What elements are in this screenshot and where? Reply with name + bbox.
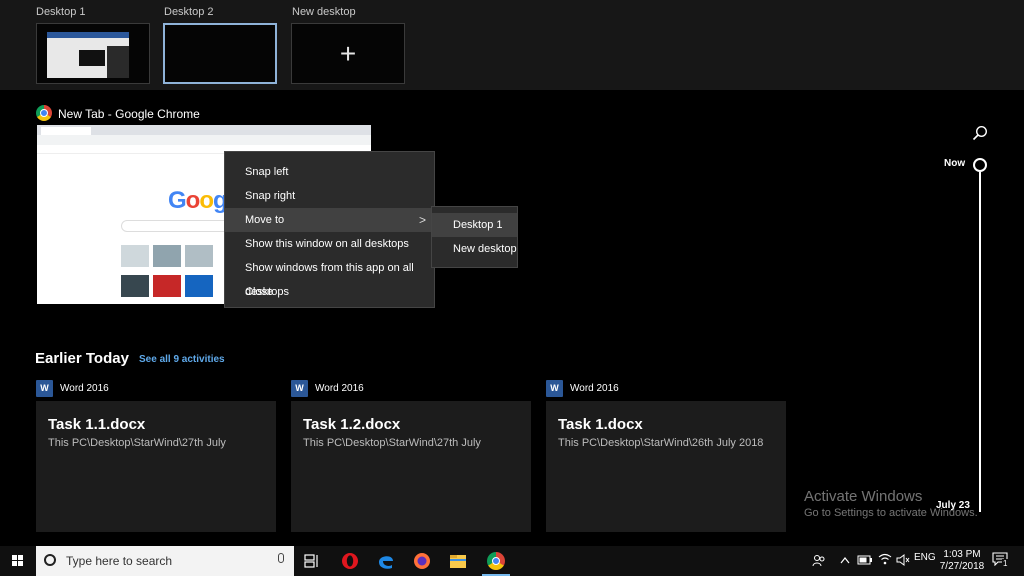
people-icon[interactable] <box>812 554 826 568</box>
timeline-now-label: Now <box>944 158 966 169</box>
activity-path: This PC\Desktop\StarWind\27th July <box>48 437 226 449</box>
chevron-right-icon: > <box>418 213 426 227</box>
file-explorer-button[interactable] <box>440 546 476 576</box>
menu-item-show-window-all-desktops[interactable]: Show this window on all desktops <box>225 232 434 256</box>
opera-button[interactable] <box>332 546 368 576</box>
search-placeholder: Type here to search <box>66 554 173 568</box>
firefox-icon <box>414 553 430 569</box>
action-center-button[interactable]: 1 <box>992 552 1009 568</box>
desktop-1-label: Desktop 1 <box>36 6 86 18</box>
activity-card[interactable]: Task 1.1.docx This PC\Desktop\StarWind\2… <box>36 401 276 532</box>
submenu-item-desktop-1[interactable]: Desktop 1 <box>432 213 517 237</box>
menu-item-snap-left[interactable]: Snap left <box>225 160 434 184</box>
menu-item-show-app-all-desktops[interactable]: Show windows from this app on all deskto… <box>225 256 434 298</box>
section-title: Earlier Today <box>35 350 129 367</box>
word-icon: W <box>546 380 563 397</box>
activity-title: Task 1.docx <box>558 416 643 433</box>
chrome-icon <box>487 552 505 570</box>
chevron-up-icon[interactable] <box>840 556 850 564</box>
firefox-button[interactable] <box>404 546 440 576</box>
desktop-1-thumbnail[interactable] <box>36 23 150 84</box>
activity-card[interactable]: Task 1.docx This PC\Desktop\StarWind\26t… <box>546 401 786 532</box>
timeline-scrollbar[interactable] <box>979 172 981 512</box>
edge-icon <box>379 556 393 569</box>
word-icon: W <box>291 380 308 397</box>
clock[interactable]: 1:03 PM 7/27/2018 <box>936 549 988 573</box>
new-desktop-button[interactable]: + <box>291 23 405 84</box>
start-button[interactable] <box>0 546 36 576</box>
window-title: New Tab - Google Chrome <box>58 107 200 121</box>
activate-windows-watermark: Activate Windows <box>804 488 923 505</box>
activity-app-name: Word 2016 <box>60 383 109 394</box>
notification-count: 1 <box>1002 559 1009 568</box>
see-all-activities-link[interactable]: See all 9 activities <box>139 354 225 365</box>
activity-app-name: Word 2016 <box>315 383 364 394</box>
clock-time: 1:03 PM <box>943 549 981 560</box>
wifi-icon[interactable] <box>878 553 892 565</box>
taskbar-search-box[interactable]: Type here to search <box>36 546 294 576</box>
activity-app-name: Word 2016 <box>570 383 619 394</box>
task-view-button[interactable] <box>294 546 330 576</box>
menu-item-close[interactable]: Close <box>225 280 434 304</box>
desktop-1-preview <box>47 32 129 78</box>
activity-path: This PC\Desktop\StarWind\27th July <box>303 437 481 449</box>
virtual-desktops-strip <box>0 0 1024 90</box>
activity-card[interactable]: Task 1.2.docx This PC\Desktop\StarWind\2… <box>291 401 531 532</box>
battery-icon[interactable] <box>857 555 873 565</box>
word-icon: W <box>36 380 53 397</box>
window-context-menu: Snap left Snap right Move to > Show this… <box>224 151 435 308</box>
clock-date: 7/27/2018 <box>939 561 985 572</box>
edge-button[interactable] <box>368 546 404 576</box>
activity-title: Task 1.1.docx <box>48 416 146 433</box>
menu-item-move-to-label: Move to <box>245 214 285 226</box>
activate-windows-subtext: Go to Settings to activate Windows. <box>804 507 978 519</box>
submenu-item-new-desktop[interactable]: New desktop <box>432 237 517 261</box>
plus-icon: + <box>339 37 357 69</box>
chrome-icon <box>36 105 52 121</box>
new-desktop-label: New desktop <box>292 6 356 18</box>
move-to-submenu: Desktop 1 New desktop <box>431 206 518 268</box>
windows-logo-icon <box>12 555 24 567</box>
desktop-2-label: Desktop 2 <box>164 6 214 18</box>
cortana-icon <box>44 554 56 566</box>
opera-icon <box>342 553 358 569</box>
activity-path: This PC\Desktop\StarWind\26th July 2018 <box>558 437 764 449</box>
microphone-icon[interactable] <box>278 553 284 563</box>
timeline-handle[interactable] <box>973 158 987 172</box>
desktop-2-thumbnail[interactable] <box>163 23 277 84</box>
menu-item-snap-right[interactable]: Snap right <box>225 184 434 208</box>
search-icon[interactable] <box>972 125 988 141</box>
task-view-icon <box>304 554 318 568</box>
language-indicator[interactable]: ENG <box>914 552 936 563</box>
volume-muted-icon[interactable] <box>896 554 910 566</box>
activity-title: Task 1.2.docx <box>303 416 401 433</box>
menu-item-move-to[interactable]: Move to > <box>225 208 434 232</box>
file-explorer-icon <box>450 555 466 568</box>
chrome-taskbar-button[interactable] <box>478 546 514 576</box>
